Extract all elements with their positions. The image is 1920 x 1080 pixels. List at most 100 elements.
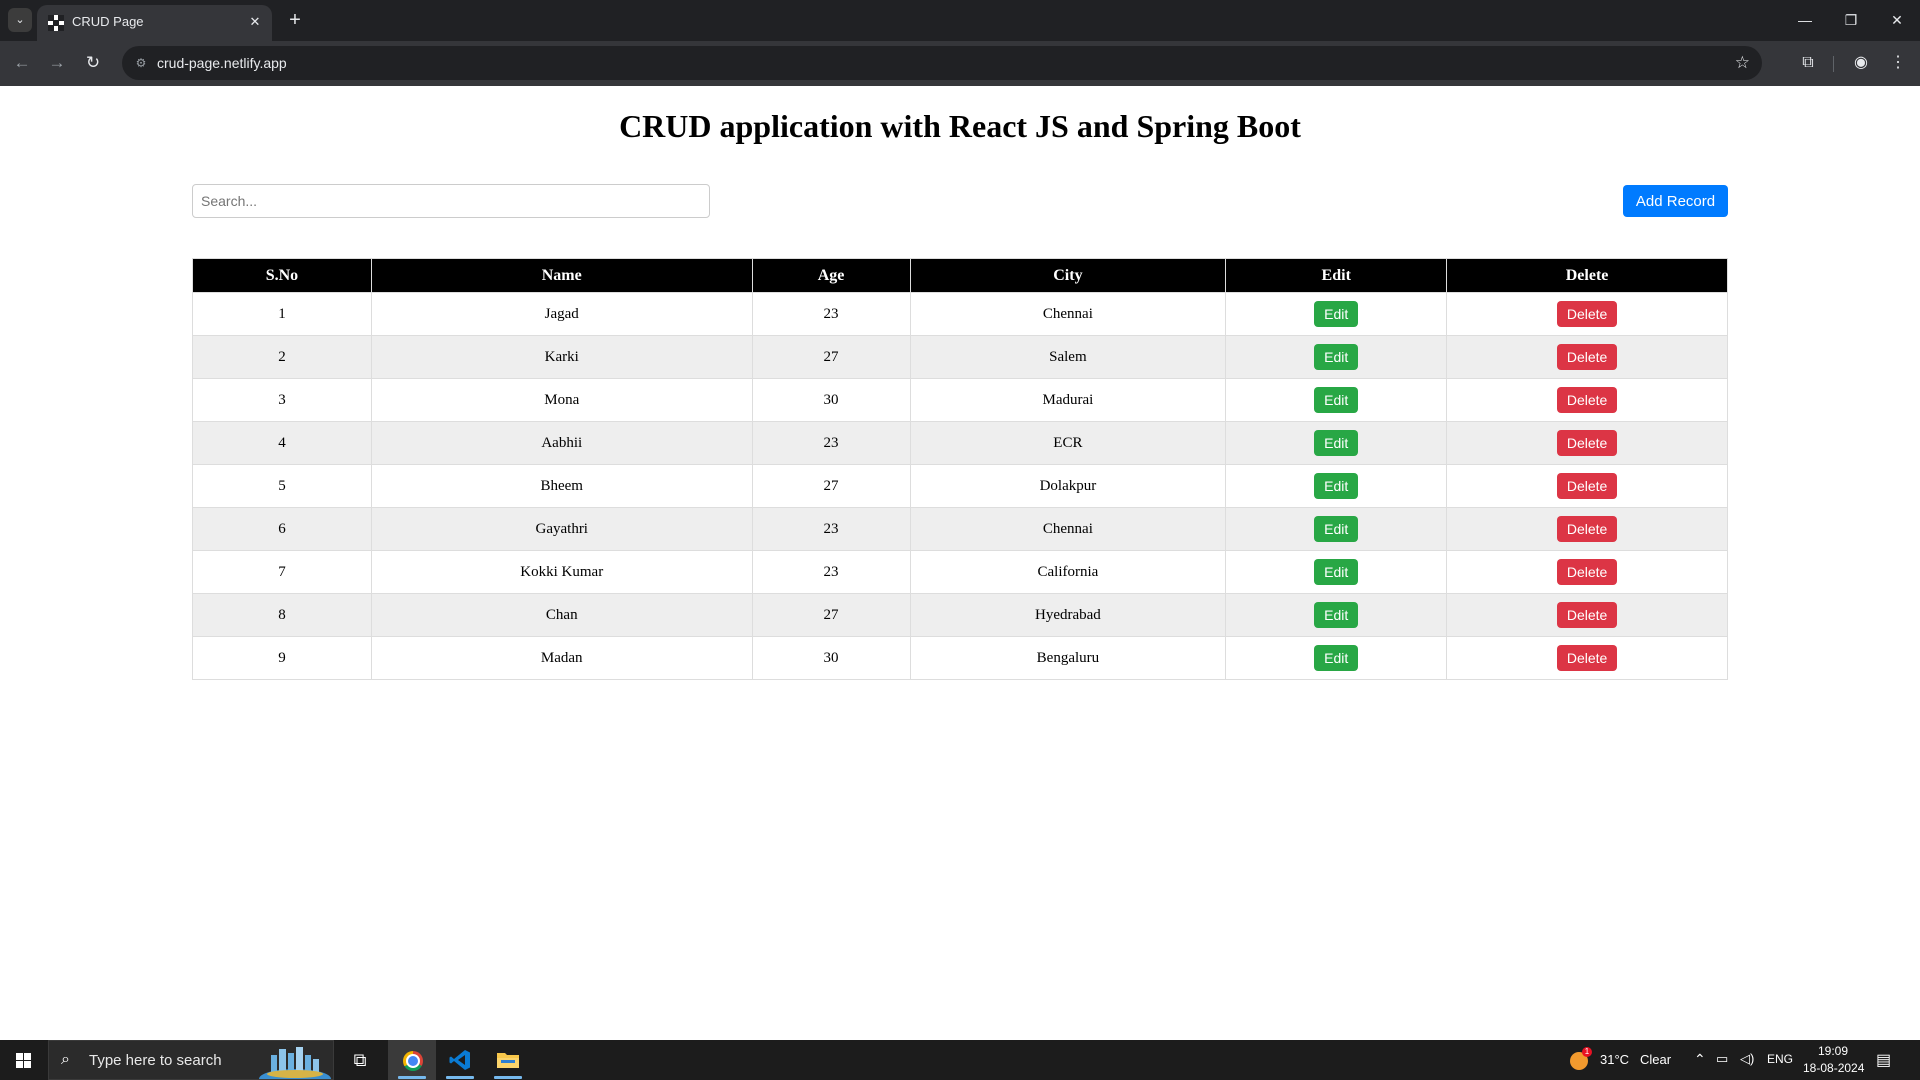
notifications-icon[interactable]: ▤ <box>1876 1050 1891 1070</box>
notification-badge: 1 <box>1582 1047 1592 1057</box>
cell-age: 23 <box>751 550 911 594</box>
active-indicator <box>398 1076 426 1079</box>
new-tab-button[interactable]: + <box>282 7 308 33</box>
table-row: 3 Mona 30 Madurai Edit Delete <box>192 378 1728 422</box>
browser-tab[interactable]: CRUD Page ✕ <box>37 5 272 41</box>
delete-button[interactable]: Delete <box>1557 645 1618 671</box>
cell-age: 30 <box>751 636 911 680</box>
cell-delete: Delete <box>1446 335 1728 379</box>
bookmark-star-icon[interactable]: ☆ <box>1735 53 1750 73</box>
delete-button[interactable]: Delete <box>1557 516 1618 542</box>
header-name: Name <box>370 258 753 293</box>
chevron-up-icon[interactable]: ⌃ <box>1694 1051 1706 1068</box>
address-bar[interactable]: ⚙ crud-page.netlify.app ☆ <box>122 46 1762 80</box>
taskbar-search-placeholder: Type here to search <box>89 1052 222 1069</box>
search-highlight-icon <box>259 1047 331 1079</box>
delete-button[interactable]: Delete <box>1557 387 1618 413</box>
cell-sno: 6 <box>192 507 372 551</box>
minimize-button[interactable]: — <box>1782 6 1828 34</box>
table-header-row: S.No Name Age City Edit Delete <box>192 258 1728 293</box>
tab-search-icon[interactable]: ⌄ <box>8 8 32 32</box>
delete-button[interactable]: Delete <box>1557 301 1618 327</box>
edit-button[interactable]: Edit <box>1314 559 1359 585</box>
cell-sno: 9 <box>192 636 372 680</box>
cell-city: Salem <box>909 335 1227 379</box>
delete-button[interactable]: Delete <box>1557 559 1618 585</box>
edit-button[interactable]: Edit <box>1314 602 1359 628</box>
cell-sno: 8 <box>192 593 372 637</box>
weather-desc[interactable]: Clear <box>1640 1052 1671 1067</box>
table-row: 7 Kokki Kumar 23 California Edit Delete <box>192 550 1728 594</box>
reload-icon[interactable]: ↻ <box>80 50 106 76</box>
tab-title: CRUD Page <box>72 14 144 29</box>
cell-edit: Edit <box>1225 335 1448 379</box>
back-icon[interactable]: ← <box>9 50 35 76</box>
edit-button[interactable]: Edit <box>1314 344 1359 370</box>
cell-delete: Delete <box>1446 378 1728 422</box>
start-button[interactable] <box>0 1040 48 1080</box>
cell-sno: 1 <box>192 292 372 336</box>
cell-name: Mona <box>370 378 753 422</box>
cell-age: 27 <box>751 335 911 379</box>
weather-temp[interactable]: 31°C <box>1600 1052 1629 1067</box>
menu-kebab-icon[interactable]: ⋮ <box>1886 51 1910 75</box>
cell-name: Karki <box>370 335 753 379</box>
profile-icon[interactable]: ◉ <box>1849 51 1873 75</box>
edit-button[interactable]: Edit <box>1314 516 1359 542</box>
table-row: 4 Aabhii 23 ECR Edit Delete <box>192 421 1728 465</box>
delete-button[interactable]: Delete <box>1557 344 1618 370</box>
header-age: Age <box>751 258 911 293</box>
cell-sno: 4 <box>192 421 372 465</box>
forward-icon[interactable]: → <box>44 50 70 76</box>
edit-button[interactable]: Edit <box>1314 645 1359 671</box>
site-info-icon[interactable]: ⚙ <box>132 54 150 72</box>
cell-edit: Edit <box>1225 550 1448 594</box>
cell-age: 23 <box>751 507 911 551</box>
table-row: 2 Karki 27 Salem Edit Delete <box>192 335 1728 379</box>
taskbar-chrome[interactable] <box>388 1040 436 1080</box>
cell-edit: Edit <box>1225 593 1448 637</box>
edit-button[interactable]: Edit <box>1314 473 1359 499</box>
cell-delete: Delete <box>1446 292 1728 336</box>
cell-city: Chennai <box>909 292 1227 336</box>
delete-button[interactable]: Delete <box>1557 430 1618 456</box>
cell-edit: Edit <box>1225 378 1448 422</box>
cell-name: Madan <box>370 636 753 680</box>
close-window-button[interactable]: ✕ <box>1874 6 1920 34</box>
cell-city: Hyedrabad <box>909 593 1227 637</box>
browser-toolbar: ← → ↻ ⚙ crud-page.netlify.app ☆ ⧉ ◉ ⋮ <box>0 41 1920 86</box>
tab-close-icon[interactable]: ✕ <box>246 13 264 31</box>
delete-button[interactable]: Delete <box>1557 473 1618 499</box>
cell-city: Dolakpur <box>909 464 1227 508</box>
cell-name: Jagad <box>370 292 753 336</box>
table-row: 6 Gayathri 23 Chennai Edit Delete <box>192 507 1728 551</box>
language-indicator[interactable]: ENG <box>1767 1052 1793 1066</box>
edit-button[interactable]: Edit <box>1314 430 1359 456</box>
clock-time[interactable]: 19:09 <box>1818 1044 1848 1058</box>
cell-delete: Delete <box>1446 421 1728 465</box>
restore-button[interactable]: ❐ <box>1828 6 1874 34</box>
table-row: 9 Madan 30 Bengaluru Edit Delete <box>192 636 1728 680</box>
edit-button[interactable]: Edit <box>1314 387 1359 413</box>
cell-name: Kokki Kumar <box>370 550 753 594</box>
cell-delete: Delete <box>1446 550 1728 594</box>
clock-date[interactable]: 18-08-2024 <box>1803 1061 1864 1075</box>
search-input[interactable] <box>192 184 710 218</box>
url-text[interactable]: crud-page.netlify.app <box>157 55 287 71</box>
delete-button[interactable]: Delete <box>1557 602 1618 628</box>
task-view-icon[interactable]: ⧉ <box>336 1040 384 1080</box>
edit-button[interactable]: Edit <box>1314 301 1359 327</box>
toolbar-divider <box>1833 56 1834 72</box>
taskbar-file-explorer[interactable] <box>484 1040 532 1080</box>
add-record-button[interactable]: Add Record <box>1623 185 1728 217</box>
extensions-icon[interactable]: ⧉ <box>1796 51 1820 75</box>
page-title: CRUD application with React JS and Sprin… <box>619 108 1301 144</box>
table-row: 5 Bheem 27 Dolakpur Edit Delete <box>192 464 1728 508</box>
cell-edit: Edit <box>1225 507 1448 551</box>
network-icon[interactable]: ▭ <box>1716 1051 1728 1067</box>
taskbar-search-box[interactable]: ⌕ Type here to search <box>48 1040 334 1080</box>
taskbar-vscode[interactable] <box>436 1040 484 1080</box>
volume-icon[interactable]: ◁) <box>1740 1051 1754 1067</box>
active-indicator <box>494 1076 522 1079</box>
chrome-icon <box>403 1051 423 1071</box>
